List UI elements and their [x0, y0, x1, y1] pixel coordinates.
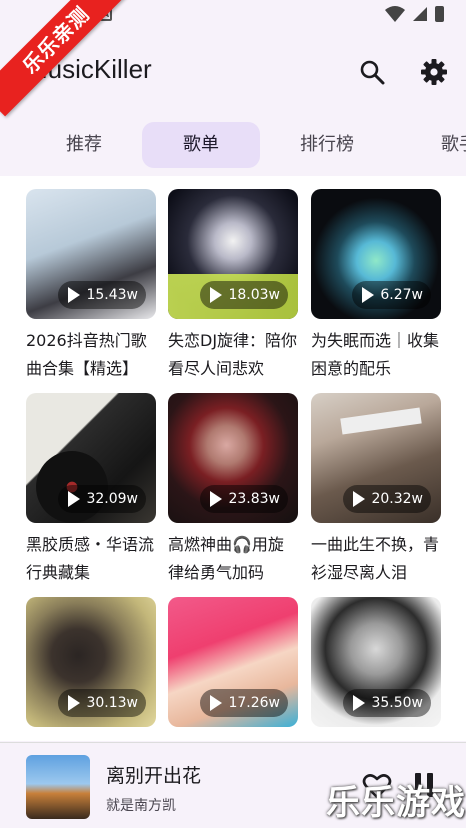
playlist-card[interactable]: 30.13w: [26, 597, 156, 741]
play-icon: [362, 287, 375, 303]
playlist-cover: 6.27w: [311, 189, 441, 319]
play-icon: [210, 491, 223, 507]
playlist-card[interactable]: 17.26w: [168, 597, 298, 741]
tab-charts[interactable]: 排行榜: [268, 122, 386, 168]
play-icon: [68, 287, 81, 303]
search-icon: [360, 60, 385, 85]
signal-icon: [413, 7, 427, 21]
playlist-card[interactable]: 20.32w 一曲此生不换，青衫湿尽离人泪: [311, 393, 441, 587]
watermark: 乐乐游戏: [326, 783, 466, 823]
playlist-title: 高燃神曲🎧用旋律给勇气加码: [168, 535, 284, 582]
search-button[interactable]: [356, 56, 388, 88]
playlist-grid: 15.43w 2026抖音热门歌曲合集【精选】 18.03w 失恋DJ旋律：陪你…: [0, 176, 466, 741]
playlist-cover: 32.09w: [26, 393, 156, 523]
play-count: 15.43w: [86, 287, 138, 303]
play-count: 23.83w: [228, 491, 280, 507]
play-count: 18.03w: [228, 287, 280, 303]
status-icons: [385, 6, 444, 22]
playlist-cover: 15.43w: [26, 189, 156, 319]
playlist-cover: 30.13w: [26, 597, 156, 727]
player-cover: [26, 755, 90, 819]
wifi-icon: [385, 6, 405, 22]
playlist-title: [168, 735, 298, 741]
play-count-pill: 6.27w: [352, 281, 431, 309]
settings-button[interactable]: [418, 56, 450, 88]
playlist-title: [26, 735, 156, 741]
playlist-cover: 23.83w: [168, 393, 298, 523]
play-count-pill: 30.13w: [58, 689, 146, 717]
tab-bar: 推荐 歌单 排行榜 歌手: [0, 118, 466, 174]
playlist-title: [311, 735, 441, 741]
play-count-pill: 15.43w: [58, 281, 146, 309]
playlist-title: 为失眠而选｜收集困意的配乐: [311, 331, 440, 378]
play-icon: [68, 695, 81, 711]
play-count: 6.27w: [380, 287, 423, 303]
playlist-cover: 18.03w: [168, 189, 298, 319]
playlist-cover: 35.50w: [311, 597, 441, 727]
playlist-title: 失恋DJ旋律：陪你看尽人间悲欢: [168, 331, 298, 378]
song-artist: 就是南方凯: [106, 798, 176, 814]
play-count: 17.26w: [228, 695, 280, 711]
play-icon: [353, 695, 366, 711]
playlist-card[interactable]: 23.83w 高燃神曲🎧用旋律给勇气加码: [168, 393, 298, 587]
playlist-title: 黑胶质感・华语流行典藏集: [26, 535, 155, 582]
playlist-card[interactable]: 15.43w 2026抖音热门歌曲合集【精选】: [26, 189, 156, 383]
playlist-cover: 20.32w: [311, 393, 441, 523]
play-count-pill: 23.83w: [200, 485, 288, 513]
play-count: 35.50w: [371, 695, 423, 711]
song-title: 离别开出花: [106, 765, 202, 787]
play-count: 20.32w: [371, 491, 423, 507]
playlist-title: 一曲此生不换，青衫湿尽离人泪: [311, 535, 440, 582]
playlist-cover: 17.26w: [168, 597, 298, 727]
play-count-pill: 32.09w: [58, 485, 146, 513]
tab-playlists[interactable]: 歌单: [142, 122, 260, 168]
play-count-pill: 20.32w: [343, 485, 431, 513]
gear-icon: [421, 59, 447, 85]
play-count-pill: 18.03w: [200, 281, 288, 309]
play-count: 30.13w: [86, 695, 138, 711]
play-icon: [210, 287, 223, 303]
playlist-card[interactable]: 18.03w 失恋DJ旋律：陪你看尽人间悲欢: [168, 189, 298, 383]
playlist-card[interactable]: 32.09w 黑胶质感・华语流行典藏集: [26, 393, 156, 587]
play-icon: [353, 491, 366, 507]
tab-singers[interactable]: 歌手: [400, 122, 466, 168]
play-icon: [210, 695, 223, 711]
play-icon: [68, 491, 81, 507]
play-count-pill: 17.26w: [200, 689, 288, 717]
playlist-card[interactable]: 6.27w 为失眠而选｜收集困意的配乐: [311, 189, 441, 383]
tab-recommend[interactable]: 推荐: [25, 122, 143, 168]
play-count: 32.09w: [86, 491, 138, 507]
play-count-pill: 35.50w: [343, 689, 431, 717]
playlist-card[interactable]: 35.50w: [311, 597, 441, 741]
battery-icon: [435, 6, 444, 22]
playlist-title: 2026抖音热门歌曲合集【精选】: [26, 331, 147, 378]
